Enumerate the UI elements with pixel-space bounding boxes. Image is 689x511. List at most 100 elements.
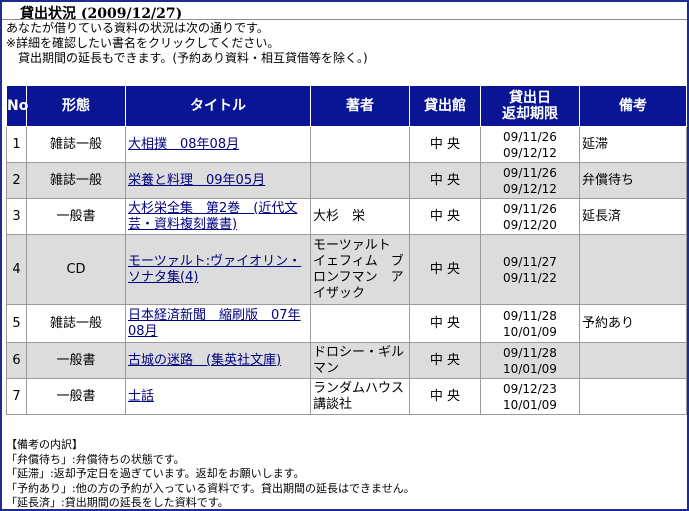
legend-heading: 【備考の内訳】 [6, 438, 83, 451]
due-date: 10/01/09 [503, 397, 557, 412]
header-due-date: 返却期限 [502, 106, 558, 122]
cell-remarks [579, 234, 687, 305]
due-date: 10/01/09 [503, 324, 557, 339]
header-no: No [6, 85, 28, 127]
cell-dates: 09/11/26 09/12/20 [480, 198, 580, 235]
title-link[interactable]: 日本経済新聞 縮刷版 07年08月 [128, 308, 301, 339]
header-dates: 貸出日 返却期限 [480, 85, 580, 127]
table-row: 1 雑誌一般 大相撲 08年08月 中 央 09/11/26 09/12/12 延… [6, 126, 687, 163]
header-type: 形態 [26, 85, 126, 127]
cell-title: 古城の迷路 (集英社文庫) [125, 342, 311, 379]
loan-date: 09/11/26 [503, 165, 557, 180]
loan-date: 09/11/26 [503, 129, 557, 144]
legend-item: 「予約あり」:他の方の予約が入っている資料です。貸出期間の延長はできません。 [6, 481, 415, 495]
legend-item: 「弁償待ち」:弁償待ちの状態です。 [6, 452, 185, 466]
table-row: 6 一般書 古城の迷路 (集英社文庫) ドロシー・ギルマン 中 央 09/11/… [6, 342, 687, 379]
intro-line: あなたが借りている資料の状況は次の通りです。 [6, 21, 269, 35]
cell-author: ランダムハウス講談社 [310, 378, 410, 415]
legend-item: 「延長済」:貸出期間の延長をした資料です。 [6, 496, 229, 509]
cell-library: 中 央 [409, 234, 481, 305]
header-library: 貸出館 [409, 85, 481, 127]
cell-remarks: 延滞 [579, 126, 687, 163]
cell-no: 6 [6, 342, 27, 379]
cell-author: ドロシー・ギルマン [310, 342, 410, 379]
cell-library: 中 央 [409, 162, 481, 199]
cell-type: 雑誌一般 [26, 126, 126, 163]
due-date: 09/12/12 [503, 181, 557, 196]
due-date: 09/11/22 [503, 270, 557, 285]
cell-type: 一般書 [26, 378, 126, 415]
title-link[interactable]: 士話 [128, 389, 154, 404]
cell-title: 日本経済新聞 縮刷版 07年08月 [125, 304, 311, 343]
cell-library: 中 央 [409, 198, 481, 235]
cell-remarks: 弁償待ち [579, 162, 687, 199]
loan-date: 09/11/28 [503, 308, 557, 323]
loan-date: 09/12/23 [503, 381, 557, 396]
cell-library: 中 央 [409, 378, 481, 415]
due-date: 09/12/20 [503, 217, 557, 232]
intro-line: 貸出期間の延長もできます。(予約あり資料・相互貸借等を除く。) [6, 51, 368, 65]
cell-title: モーツァルト:ヴァイオリン・ソナタ集(4) [125, 234, 311, 305]
cell-library: 中 央 [409, 342, 481, 379]
cell-author [310, 126, 410, 163]
legend-item: 「延滞」:返却予定日を過ぎています。返却をお願いします。 [6, 467, 305, 480]
cell-remarks [579, 378, 687, 415]
title-link[interactable]: 大相撲 08年08月 [128, 137, 239, 152]
cell-type: 雑誌一般 [26, 162, 126, 199]
cell-library: 中 央 [409, 304, 481, 343]
cell-dates: 09/12/23 10/01/09 [480, 378, 580, 415]
loan-date: 09/11/28 [503, 345, 557, 360]
cell-dates: 09/11/26 09/12/12 [480, 162, 580, 199]
table-header-row: No 形態 タイトル 著者 貸出館 貸出日 返却期限 備考 [6, 85, 687, 127]
title-link[interactable]: 栄養と料理 09年05月 [128, 173, 265, 188]
cell-dates: 09/11/26 09/12/12 [480, 126, 580, 163]
cell-title: 士話 [125, 378, 311, 415]
cell-no: 2 [6, 162, 27, 199]
header-remarks: 備考 [579, 85, 687, 127]
cell-dates: 09/11/27 09/11/22 [480, 234, 580, 305]
table-row: 3 一般書 大杉栄全集 第2巻 (近代文芸・資料複刻叢書) 大杉 栄 中 央 0… [6, 198, 687, 235]
cell-remarks: 予約あり [579, 304, 687, 343]
due-date: 10/01/09 [503, 361, 557, 376]
header-loan-date: 貸出日 [509, 90, 551, 106]
title-link[interactable]: モーツァルト:ヴァイオリン・ソナタ集(4) [128, 254, 301, 285]
cell-type: 一般書 [26, 342, 126, 379]
cell-no: 1 [6, 126, 27, 163]
due-date: 09/12/12 [503, 145, 557, 160]
cell-no: 3 [6, 198, 27, 235]
title-link[interactable]: 大杉栄全集 第2巻 (近代文芸・資料複刻叢書) [128, 201, 297, 232]
cell-author [310, 304, 410, 343]
intro-line: ※詳細を確認したい書名をクリックしてください。 [6, 36, 280, 50]
cell-library: 中 央 [409, 126, 481, 163]
page-frame: 貸出状況 (2009/12/27) あなたが借りている資料の状況は次の通りです。… [0, 0, 689, 511]
header-title: タイトル [125, 85, 311, 127]
cell-no: 5 [6, 304, 27, 343]
cell-dates: 09/11/28 10/01/09 [480, 342, 580, 379]
cell-author [310, 162, 410, 199]
table-row: 7 一般書 士話 ランダムハウス講談社 中 央 09/12/23 10/01/09 [6, 378, 687, 415]
cell-no: 7 [6, 378, 27, 415]
cell-title: 大杉栄全集 第2巻 (近代文芸・資料複刻叢書) [125, 198, 311, 235]
cell-no: 4 [6, 234, 27, 305]
page-title: 貸出状況 (2009/12/27) [20, 6, 183, 22]
title-link[interactable]: 古城の迷路 (集英社文庫) [128, 353, 281, 368]
cell-author: 大杉 栄 [310, 198, 410, 235]
header-author: 著者 [310, 85, 410, 127]
remarks-legend: 【備考の内訳】 「弁償待ち」:弁償待ちの状態です。 「延滞」:返却予定日を過ぎて… [6, 438, 415, 511]
loan-date: 09/11/26 [503, 201, 557, 216]
intro-text: あなたが借りている資料の状況は次の通りです。 ※詳細を確認したい書名をクリックし… [6, 21, 368, 66]
loan-date: 09/11/27 [503, 254, 557, 269]
cell-title: 栄養と料理 09年05月 [125, 162, 311, 199]
table-row: 5 雑誌一般 日本経済新聞 縮刷版 07年08月 中 央 09/11/28 10/… [6, 304, 687, 343]
cell-author: モーツァルト イェフィム ブロンフマン アイザック [310, 234, 410, 305]
cell-type: 一般書 [26, 198, 126, 235]
cell-type: 雑誌一般 [26, 304, 126, 343]
title-divider [2, 19, 687, 20]
cell-remarks: 延長済 [579, 198, 687, 235]
cell-type: CD [26, 234, 126, 305]
table-row: 4 CD モーツァルト:ヴァイオリン・ソナタ集(4) モーツァルト イェフィム … [6, 234, 687, 305]
table-row: 2 雑誌一般 栄養と料理 09年05月 中 央 09/11/26 09/12/12… [6, 162, 687, 199]
loan-status-table: No 形態 タイトル 著者 貸出館 貸出日 返却期限 備考 1 雑誌一般 大相撲… [6, 85, 687, 415]
cell-remarks [579, 342, 687, 379]
cell-title: 大相撲 08年08月 [125, 126, 311, 163]
